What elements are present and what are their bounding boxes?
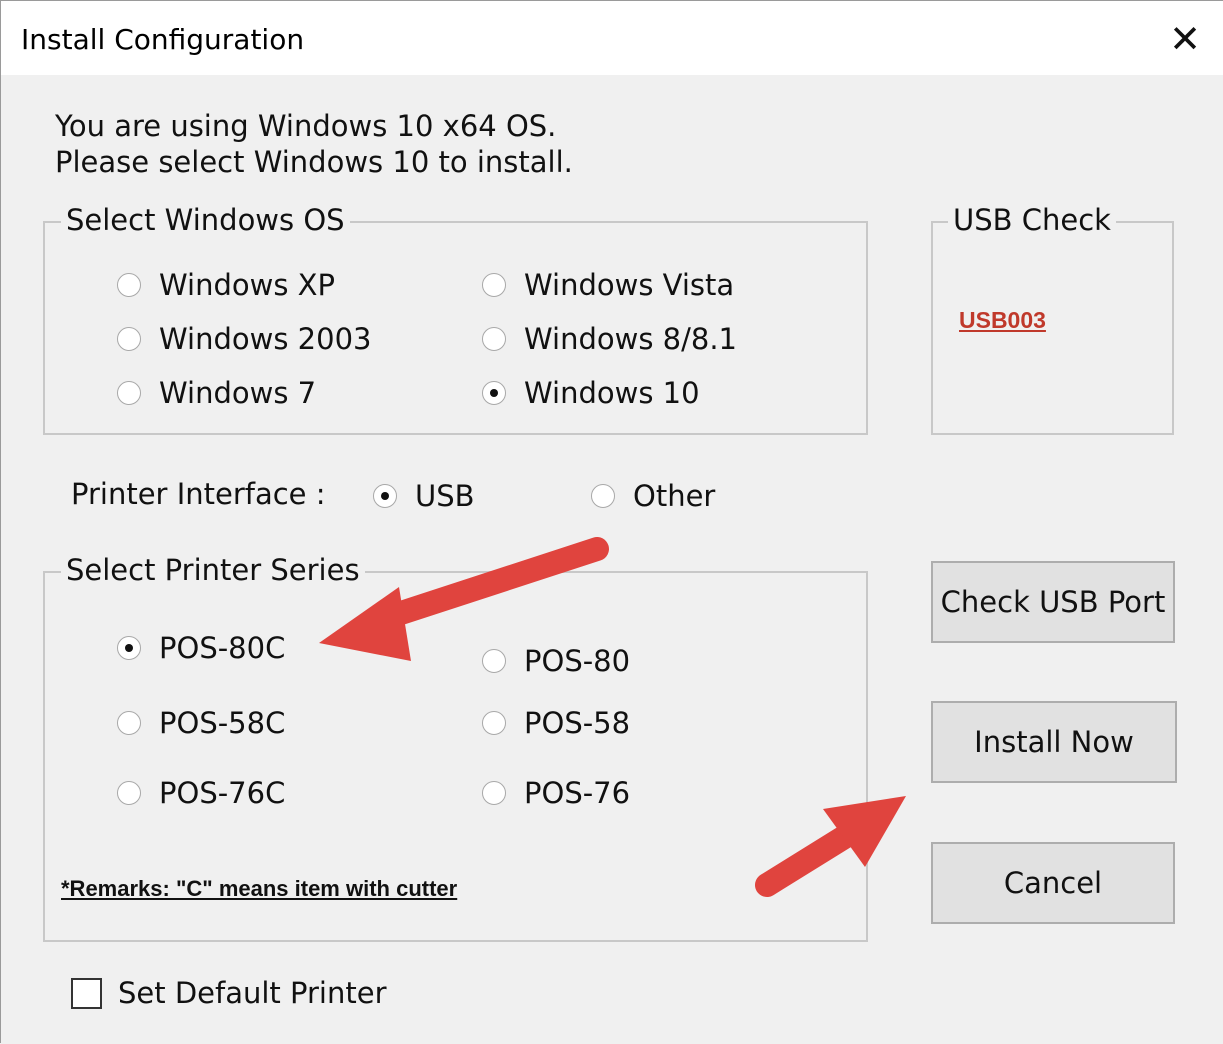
- radio-label: POS-76: [524, 776, 631, 810]
- window-title: Install Configuration: [21, 23, 305, 56]
- set-default-printer-checkbox[interactable]: Set Default Printer: [71, 976, 387, 1010]
- radio-pos-58[interactable]: POS-58: [482, 706, 630, 740]
- radio-windows-xp[interactable]: Windows XP: [117, 268, 335, 302]
- radio-label: POS-58C: [159, 706, 286, 740]
- radio-label: Windows 8/8.1: [524, 322, 738, 356]
- radio-label: POS-80: [524, 644, 631, 678]
- radio-indicator: [482, 781, 506, 805]
- install-now-button[interactable]: Install Now: [931, 701, 1177, 783]
- radio-windows-2003[interactable]: Windows 2003: [117, 322, 371, 356]
- radio-label: Windows XP: [159, 268, 336, 302]
- cancel-button[interactable]: Cancel: [931, 842, 1175, 924]
- usb-check-legend: USB Check: [948, 203, 1116, 237]
- radio-label: Windows 10: [524, 376, 700, 410]
- radio-windows-8[interactable]: Windows 8/8.1: [482, 322, 737, 356]
- radio-windows-7[interactable]: Windows 7: [117, 376, 316, 410]
- radio-label: Windows 7: [159, 376, 317, 410]
- os-info-line-2: Please select Windows 10 to install.: [55, 145, 573, 179]
- radio-interface-other[interactable]: Other: [591, 479, 715, 513]
- radio-pos-80c[interactable]: POS-80C: [117, 631, 285, 665]
- radio-indicator: [117, 273, 141, 297]
- radio-label: POS-76C: [159, 776, 286, 810]
- radio-interface-usb[interactable]: USB: [373, 479, 475, 513]
- radio-windows-vista[interactable]: Windows Vista: [482, 268, 734, 302]
- os-info-line-1: You are using Windows 10 x64 OS.: [55, 109, 557, 143]
- check-usb-port-button[interactable]: Check USB Port: [931, 561, 1175, 643]
- title-bar: Install Configuration ✕: [1, 1, 1223, 75]
- radio-indicator: [117, 711, 141, 735]
- os-group-legend: Select Windows OS: [61, 203, 350, 237]
- radio-indicator: [117, 781, 141, 805]
- radio-indicator: [117, 327, 141, 351]
- radio-windows-10[interactable]: Windows 10: [482, 376, 700, 410]
- checkbox-label: Set Default Printer: [118, 976, 387, 1010]
- radio-pos-76c[interactable]: POS-76C: [117, 776, 285, 810]
- radio-label: USB: [415, 479, 475, 513]
- radio-indicator: [482, 649, 506, 673]
- radio-pos-76[interactable]: POS-76: [482, 776, 630, 810]
- radio-indicator-selected: [373, 484, 397, 508]
- radio-pos-58c[interactable]: POS-58C: [117, 706, 285, 740]
- radio-indicator: [482, 273, 506, 297]
- install-configuration-dialog: Install Configuration ✕ You are using Wi…: [0, 0, 1223, 1043]
- radio-indicator: [482, 711, 506, 735]
- close-icon[interactable]: ✕: [1165, 19, 1205, 59]
- radio-label: POS-80C: [159, 631, 286, 665]
- checkbox-box: [71, 977, 102, 1009]
- radio-label: Windows Vista: [524, 268, 735, 302]
- radio-label: Other: [633, 479, 716, 513]
- radio-indicator: [591, 484, 615, 508]
- radio-indicator-selected: [117, 636, 141, 660]
- printer-series-legend: Select Printer Series: [61, 553, 365, 587]
- usb-port-link[interactable]: USB003: [959, 307, 1046, 334]
- printer-interface-label: Printer Interface :: [71, 477, 326, 511]
- remarks-note: *Remarks: "C" means item with cutter: [61, 876, 458, 901]
- radio-indicator-selected: [482, 381, 506, 405]
- radio-label: Windows 2003: [159, 322, 372, 356]
- radio-indicator: [117, 381, 141, 405]
- radio-label: POS-58: [524, 706, 631, 740]
- radio-pos-80[interactable]: POS-80: [482, 644, 630, 678]
- radio-indicator: [482, 327, 506, 351]
